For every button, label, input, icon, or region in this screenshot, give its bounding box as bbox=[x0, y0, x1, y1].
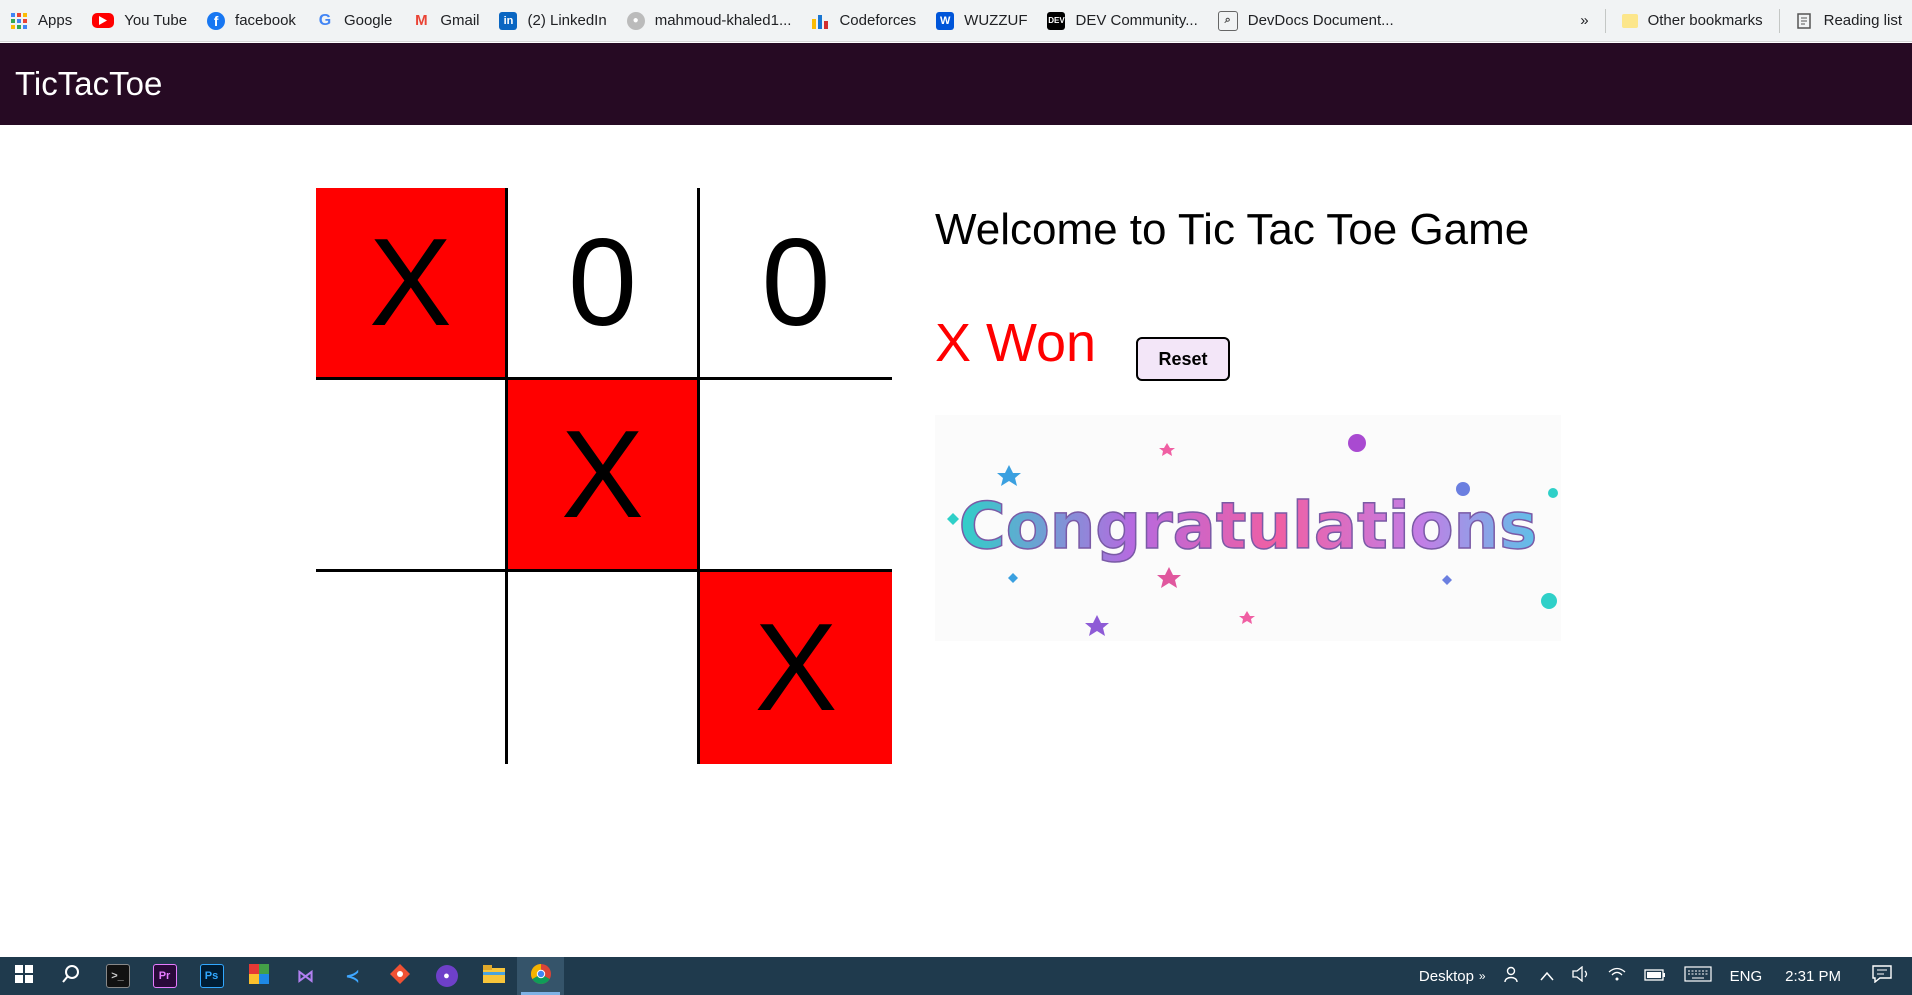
bookmarks-divider bbox=[1778, 8, 1780, 33]
bookmark-wuzzuf[interactable]: W WUZZUF bbox=[926, 0, 1037, 42]
visual-studio-icon: ⋈ bbox=[296, 965, 315, 986]
wifi-icon[interactable] bbox=[1608, 966, 1626, 986]
other-bookmarks[interactable]: Other bookmarks bbox=[1612, 0, 1773, 42]
folder-icon bbox=[1621, 13, 1638, 28]
taskbar-app-git[interactable] bbox=[376, 957, 423, 995]
taskbar-app-vscode[interactable]: ≺ bbox=[329, 957, 376, 995]
notifications-icon[interactable] bbox=[1872, 965, 1892, 987]
chevron-double-right-icon: » bbox=[1580, 12, 1589, 29]
board-cell[interactable] bbox=[508, 572, 700, 764]
board-cell[interactable]: X bbox=[700, 572, 892, 764]
chevron-double-right-icon[interactable]: » bbox=[1479, 969, 1486, 983]
bookmark-dev[interactable]: DEV DEV Community... bbox=[1037, 0, 1207, 42]
game-status: X Won bbox=[935, 313, 1097, 373]
board-cell[interactable] bbox=[316, 380, 508, 572]
game-board: X 0 0 X X bbox=[316, 188, 892, 764]
bookmarks-overflow-button[interactable]: » bbox=[1570, 0, 1598, 42]
reset-button[interactable]: Reset bbox=[1136, 337, 1230, 381]
clock[interactable]: 2:31 PM bbox=[1785, 968, 1841, 985]
terminal-icon: >_ bbox=[105, 964, 130, 988]
devdocs-icon: ⌕ bbox=[1217, 10, 1238, 31]
congratulations-image: Congratulations bbox=[935, 415, 1561, 641]
board-cell[interactable]: 0 bbox=[700, 188, 892, 380]
bookmark-label: Google bbox=[343, 12, 393, 29]
search-button[interactable] bbox=[47, 957, 94, 995]
battery-icon[interactable] bbox=[1643, 968, 1666, 985]
taskbar-app-photoshop[interactable]: Ps bbox=[188, 957, 235, 995]
bookmark-label: mahmoud-khaled1... bbox=[654, 12, 792, 29]
language-indicator[interactable]: ENG bbox=[1730, 968, 1763, 985]
board-cell[interactable] bbox=[700, 380, 892, 572]
dev-icon: DEV bbox=[1047, 11, 1066, 30]
bookmark-label: DevDocs Document... bbox=[1247, 12, 1394, 29]
bookmark-gmail[interactable]: M Gmail bbox=[402, 0, 489, 42]
chrome-icon bbox=[530, 964, 551, 988]
board-cell[interactable] bbox=[316, 572, 508, 764]
apps-grid-icon bbox=[10, 12, 28, 30]
photoshop-icon: Ps bbox=[199, 964, 224, 988]
taskbar-app-github-desktop[interactable]: ● bbox=[423, 957, 470, 995]
board-cell[interactable]: X bbox=[508, 380, 700, 572]
chevron-up-icon[interactable] bbox=[1540, 968, 1554, 985]
board-cell[interactable]: X bbox=[316, 188, 508, 380]
bookmark-google[interactable]: G Google bbox=[306, 0, 402, 42]
youtube-icon bbox=[92, 13, 115, 28]
github-desktop-icon: ● bbox=[435, 965, 458, 987]
bookmark-label: DEV Community... bbox=[1075, 12, 1198, 29]
reading-list[interactable]: Reading list bbox=[1786, 0, 1912, 42]
volume-icon[interactable] bbox=[1571, 965, 1590, 986]
taskbar-app-premiere[interactable]: Pr bbox=[141, 957, 188, 995]
git-icon bbox=[389, 964, 410, 988]
welcome-heading: Welcome to Tic Tac Toe Game bbox=[935, 205, 1530, 254]
other-bookmarks-label: Other bookmarks bbox=[1647, 12, 1763, 29]
bookmark-facebook[interactable]: f facebook bbox=[197, 0, 306, 42]
bookmarks-bar: Apps You Tube f facebook G Google M Gmai… bbox=[0, 0, 1912, 42]
linkedin-icon: in bbox=[499, 11, 518, 30]
winrar-icon bbox=[248, 964, 269, 988]
file-explorer-icon bbox=[482, 965, 505, 987]
bookmark-linkedin[interactable]: in (2) LinkedIn bbox=[489, 0, 616, 42]
reading-list-icon bbox=[1796, 12, 1814, 30]
bookmark-apps[interactable]: Apps bbox=[0, 0, 82, 42]
board-cell[interactable]: 0 bbox=[508, 188, 700, 380]
windows-start-icon bbox=[14, 965, 33, 987]
bookmarks-divider bbox=[1604, 8, 1606, 33]
keyboard-icon[interactable] bbox=[1684, 966, 1712, 986]
bookmark-label: You Tube bbox=[124, 12, 188, 29]
google-icon: G bbox=[318, 11, 332, 29]
bookmark-youtube[interactable]: You Tube bbox=[82, 0, 197, 42]
codeforces-icon bbox=[811, 12, 829, 30]
vscode-icon: ≺ bbox=[344, 965, 361, 986]
bookmark-label: (2) LinkedIn bbox=[527, 12, 607, 29]
bookmark-label: WUZZUF bbox=[964, 12, 1028, 29]
app-header: TicTacToe bbox=[0, 43, 1912, 125]
reading-list-label: Reading list bbox=[1823, 12, 1902, 29]
facebook-icon: f bbox=[207, 11, 226, 30]
taskbar-app-chrome[interactable] bbox=[517, 957, 564, 995]
github-icon: ● bbox=[626, 11, 645, 30]
taskbar-app-visual-studio[interactable]: ⋈ bbox=[282, 957, 329, 995]
gmail-icon: M bbox=[415, 12, 428, 29]
taskbar-app-file-explorer[interactable] bbox=[470, 957, 517, 995]
bookmark-label: facebook bbox=[235, 12, 296, 29]
taskbar-app-winrar[interactable] bbox=[235, 957, 282, 995]
premiere-icon: Pr bbox=[152, 964, 177, 988]
app-title[interactable]: TicTacToe bbox=[15, 65, 162, 103]
bookmark-label: Codeforces bbox=[839, 12, 917, 29]
people-icon[interactable] bbox=[1503, 966, 1522, 986]
congratulations-text: Congratulations bbox=[959, 490, 1538, 564]
bookmark-codeforces[interactable]: Codeforces bbox=[801, 0, 926, 42]
taskbar-app-terminal[interactable]: >_ bbox=[94, 957, 141, 995]
bookmark-github[interactable]: ● mahmoud-khaled1... bbox=[617, 0, 802, 42]
windows-start-button[interactable] bbox=[0, 957, 47, 995]
windows-taskbar: >_ Pr Ps ⋈ ≺ ● Desktop » ENG 2:31 PM bbox=[0, 957, 1912, 995]
bookmark-devdocs[interactable]: ⌕ DevDocs Document... bbox=[1208, 0, 1404, 42]
desktop-toolbar-label[interactable]: Desktop bbox=[1419, 968, 1474, 985]
bookmark-label: Gmail bbox=[440, 12, 480, 29]
wuzzuf-icon: W bbox=[936, 11, 955, 30]
bookmark-label: Apps bbox=[38, 12, 73, 29]
search-icon bbox=[61, 964, 81, 988]
system-tray: Desktop » ENG 2:31 PM bbox=[1410, 957, 1912, 995]
